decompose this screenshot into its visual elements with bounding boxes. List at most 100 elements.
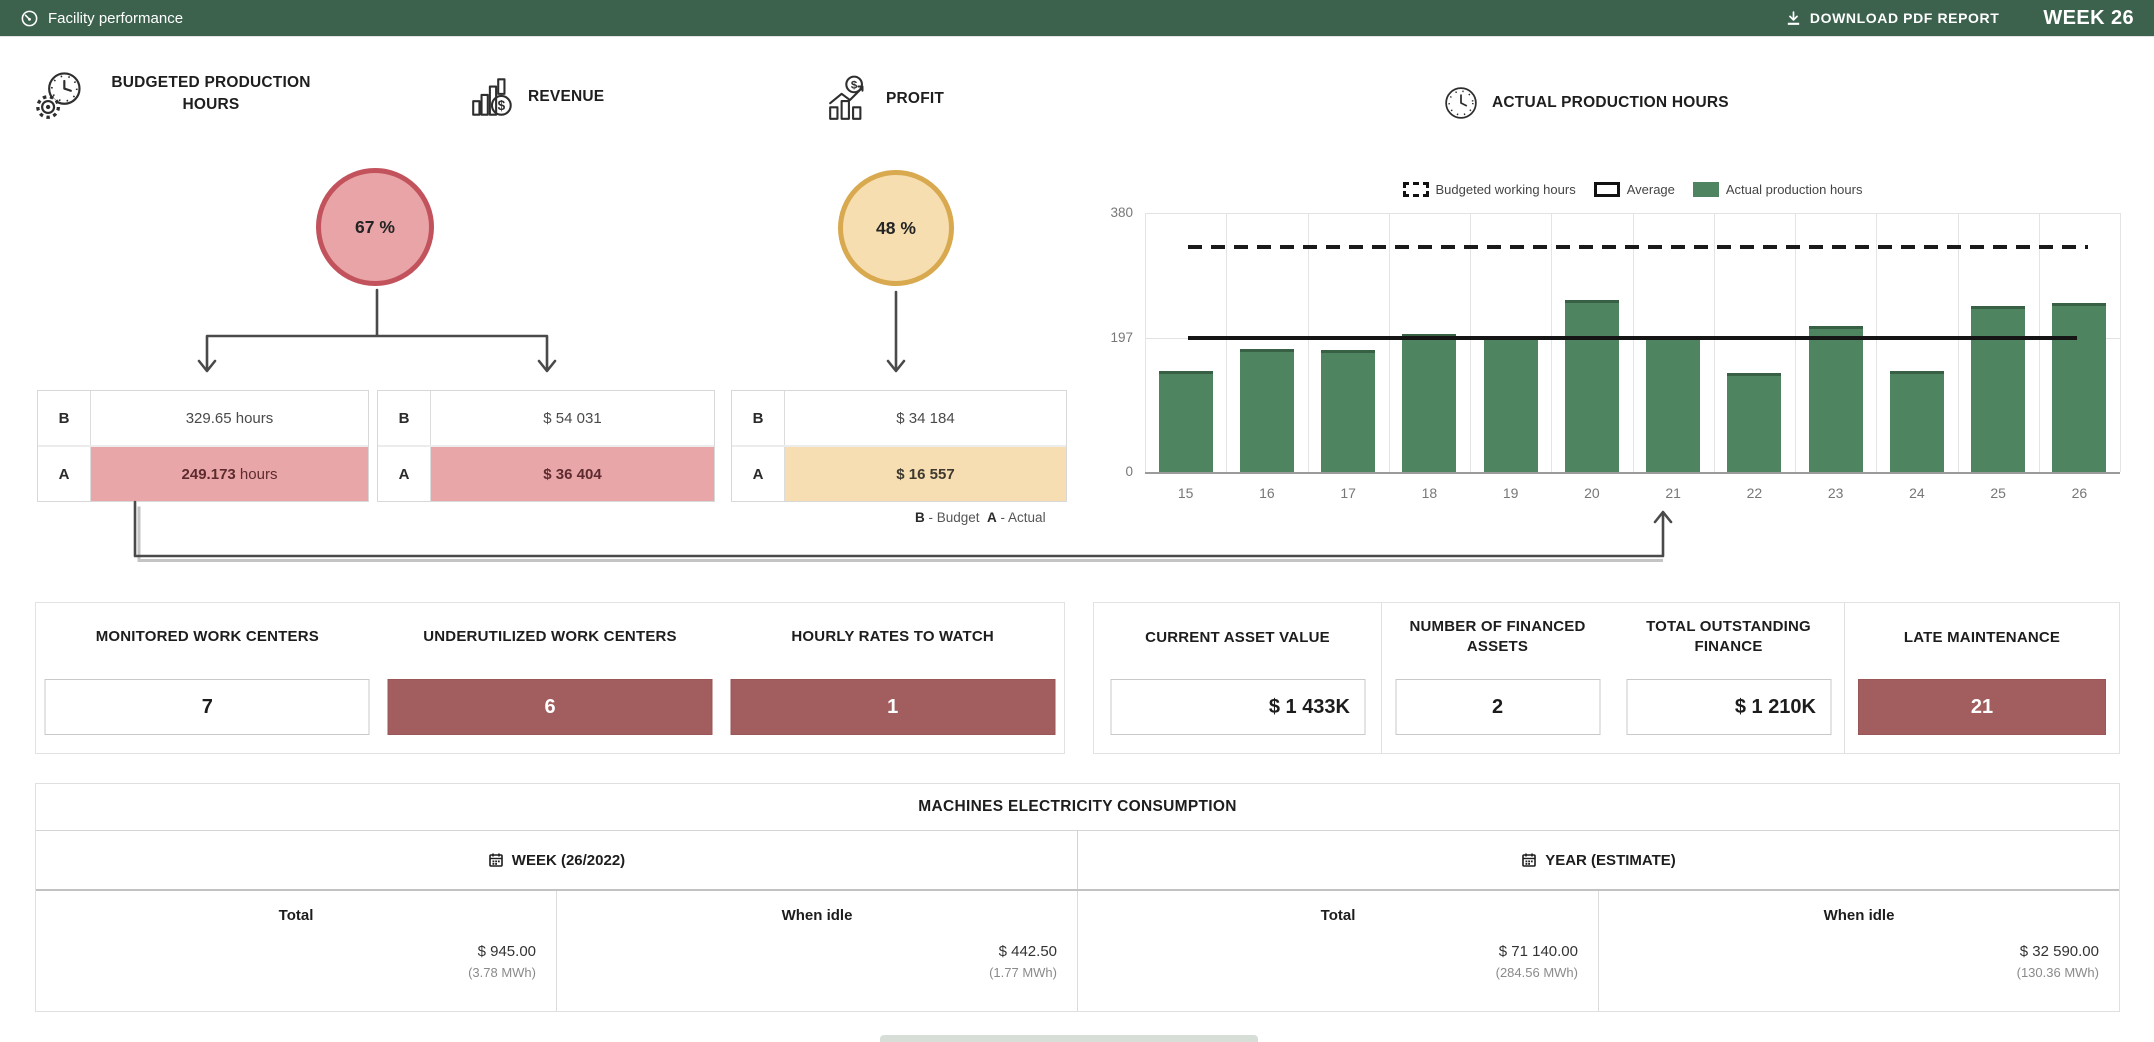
year-total-cell: Total $ 71 140.00 (284.56 MWh) — [1077, 891, 1598, 1011]
legend-budgeted-working-hours: Budgeted working hours — [1403, 182, 1576, 197]
kpi-title: BUDGETED PRODUCTION HOURS — [96, 72, 326, 117]
gridline-vertical — [1714, 213, 1715, 472]
cell-energy: (284.56 MWh) — [1496, 965, 1578, 980]
x-tick-label: 18 — [1389, 485, 1470, 501]
revenue-table: B $ 54 031 A $ 36 404 — [377, 390, 715, 502]
gridline-vertical — [1633, 213, 1634, 472]
actual-row: A $ 36 404 — [378, 445, 714, 501]
row-key-b: B — [38, 391, 91, 445]
actual-value: $ 36 404 — [431, 447, 714, 501]
gridline-vertical — [1226, 213, 1227, 472]
electricity-table-title: MACHINES ELECTRICITY CONSUMPTION — [36, 784, 2119, 831]
period-label: WEEK (26/2022) — [512, 852, 625, 869]
gridline-vertical — [1389, 213, 1390, 472]
cell-header: When idle — [1599, 907, 2119, 924]
total-outstanding-finance: TOTAL OUTSTANDING FINANCE $ 1 210K — [1613, 603, 1845, 753]
actual-number: 249.173 — [182, 466, 236, 483]
outstanding-finance-value-box: $ 1 210K — [1626, 679, 1831, 735]
x-tick-label: 19 — [1470, 485, 1551, 501]
electricity-period-row: WEEK (26/2022) YEAR (ESTIMATE) — [36, 831, 2119, 891]
svg-text:$: $ — [851, 80, 858, 92]
current-asset-value-box: $ 1 433K — [1110, 679, 1365, 735]
production-hours-bar-chart — [1145, 213, 2120, 474]
budget-value: $ 54 031 — [431, 391, 714, 445]
stat-label: TOTAL OUTSTANDING FINANCE — [1634, 617, 1824, 658]
bar-week-18 — [1402, 334, 1456, 472]
x-tick-label: 23 — [1795, 485, 1876, 501]
kpi-profit-header: $ PROFIT — [826, 74, 944, 124]
cell-amount: $ 442.50 — [999, 943, 1057, 960]
x-tick-label: 26 — [2039, 485, 2120, 501]
x-tick-label: 16 — [1226, 485, 1307, 501]
electricity-values-row: Total $ 945.00 (3.78 MWh) When idle $ 44… — [36, 891, 2119, 1011]
period-year: YEAR (ESTIMATE) — [1078, 831, 2119, 889]
actual-value: $ 16 557 — [785, 447, 1066, 501]
cell-energy: (130.36 MWh) — [2017, 965, 2099, 980]
machines-electricity-consumption-table: MACHINES ELECTRICITY CONSUMPTION WEEK (2… — [35, 783, 2120, 1012]
gridline-vertical — [2039, 213, 2040, 472]
stat-label: CURRENT ASSET VALUE — [1094, 603, 1381, 673]
download-pdf-button[interactable]: DOWNLOAD PDF REPORT — [1779, 9, 2006, 28]
gridline-vertical — [1795, 213, 1796, 472]
x-tick-label: 25 — [1958, 485, 2039, 501]
current-asset-value: CURRENT ASSET VALUE $ 1 433K — [1094, 603, 1382, 753]
actual-unit: hours — [236, 466, 278, 483]
stat-label: LATE MAINTENANCE — [1845, 603, 2119, 673]
gridline-vertical — [1470, 213, 1471, 472]
assets-panel: CURRENT ASSET VALUE $ 1 433K NUMBER OF F… — [1093, 602, 2120, 754]
budgeted-hours-percent-circle: 67 % — [316, 168, 434, 286]
calendar-icon — [1521, 852, 1537, 868]
kpi-revenue-header: $ REVENUE — [468, 72, 604, 122]
cell-header: Total — [1078, 907, 1598, 924]
profit-trend-icon: $ — [826, 74, 876, 124]
clock-gear-icon — [34, 68, 86, 120]
stat-label: HOURLY RATES TO WATCH — [721, 627, 1064, 647]
app-title: Facility performance — [48, 10, 183, 27]
percent-value: 67 % — [355, 217, 395, 238]
gridline-horizontal — [1145, 213, 2120, 214]
cell-header: When idle — [557, 907, 1077, 924]
x-tick-label: 22 — [1714, 485, 1795, 501]
cell-amount: $ 945.00 — [478, 943, 536, 960]
legend-actual-production-hours: Actual production hours — [1693, 182, 1863, 197]
hourly-rates-to-watch-value: 1 — [730, 679, 1055, 735]
period-label: YEAR (ESTIMATE) — [1545, 852, 1676, 869]
bar-week-24 — [1890, 371, 1944, 472]
monitored-work-centers: MONITORED WORK CENTERS 7 — [36, 603, 379, 753]
y-tick-label: 380 — [1083, 205, 1133, 220]
actual-row: A 249.173 hours — [38, 445, 368, 501]
kpi-budgeted-hours-header: BUDGETED PRODUCTION HOURS — [34, 68, 326, 120]
chart-legend: Budgeted working hours Average Actual pr… — [1145, 182, 2120, 197]
dashed-line-swatch — [1403, 182, 1429, 197]
y-tick-label: 197 — [1083, 330, 1133, 345]
budgeted-working-hours-line — [1188, 245, 2088, 249]
x-tick-label: 24 — [1876, 485, 1957, 501]
period-week: WEEK (26/2022) — [36, 831, 1078, 889]
underutilized-work-centers-value: 6 — [388, 679, 713, 735]
late-maintenance-value-box: 21 — [1858, 679, 2106, 735]
monitored-work-centers-value: 7 — [45, 679, 370, 735]
year-idle-cell: When idle $ 32 590.00 (130.36 MWh) — [1598, 891, 2119, 1011]
number-of-financed-assets: NUMBER OF FINANCED ASSETS 2 — [1382, 603, 1613, 753]
budget-value: 329.65 hours — [91, 391, 368, 445]
legend-label: Actual production hours — [1726, 182, 1863, 197]
bar-week-21 — [1646, 336, 1700, 472]
facility-performance-dashboard: Facility performance DOWNLOAD PDF REPORT… — [0, 0, 2154, 1042]
actual-value: 249.173 hours — [91, 447, 368, 501]
clock-icon — [1440, 82, 1482, 124]
stat-label: NUMBER OF FINANCED ASSETS — [1408, 617, 1588, 658]
row-key-a: A — [38, 447, 91, 501]
gridline-vertical — [1551, 213, 1552, 472]
cell-energy: (3.78 MWh) — [468, 965, 536, 980]
gridline-vertical — [2120, 213, 2121, 472]
cell-header: Total — [36, 907, 556, 924]
work-centers-panel: MONITORED WORK CENTERS 7 UNDERUTILIZED W… — [35, 602, 1065, 754]
download-icon — [1785, 10, 1802, 27]
gridline-vertical — [1145, 213, 1146, 472]
budget-actual-legend: B - Budget A - Actual — [915, 510, 1046, 525]
y-tick-label: 0 — [1083, 464, 1133, 479]
bar-week-25 — [1971, 306, 2025, 472]
row-key-a: A — [378, 447, 431, 501]
topbar: Facility performance DOWNLOAD PDF REPORT… — [0, 0, 2154, 37]
x-tick-label: 15 — [1145, 485, 1226, 501]
